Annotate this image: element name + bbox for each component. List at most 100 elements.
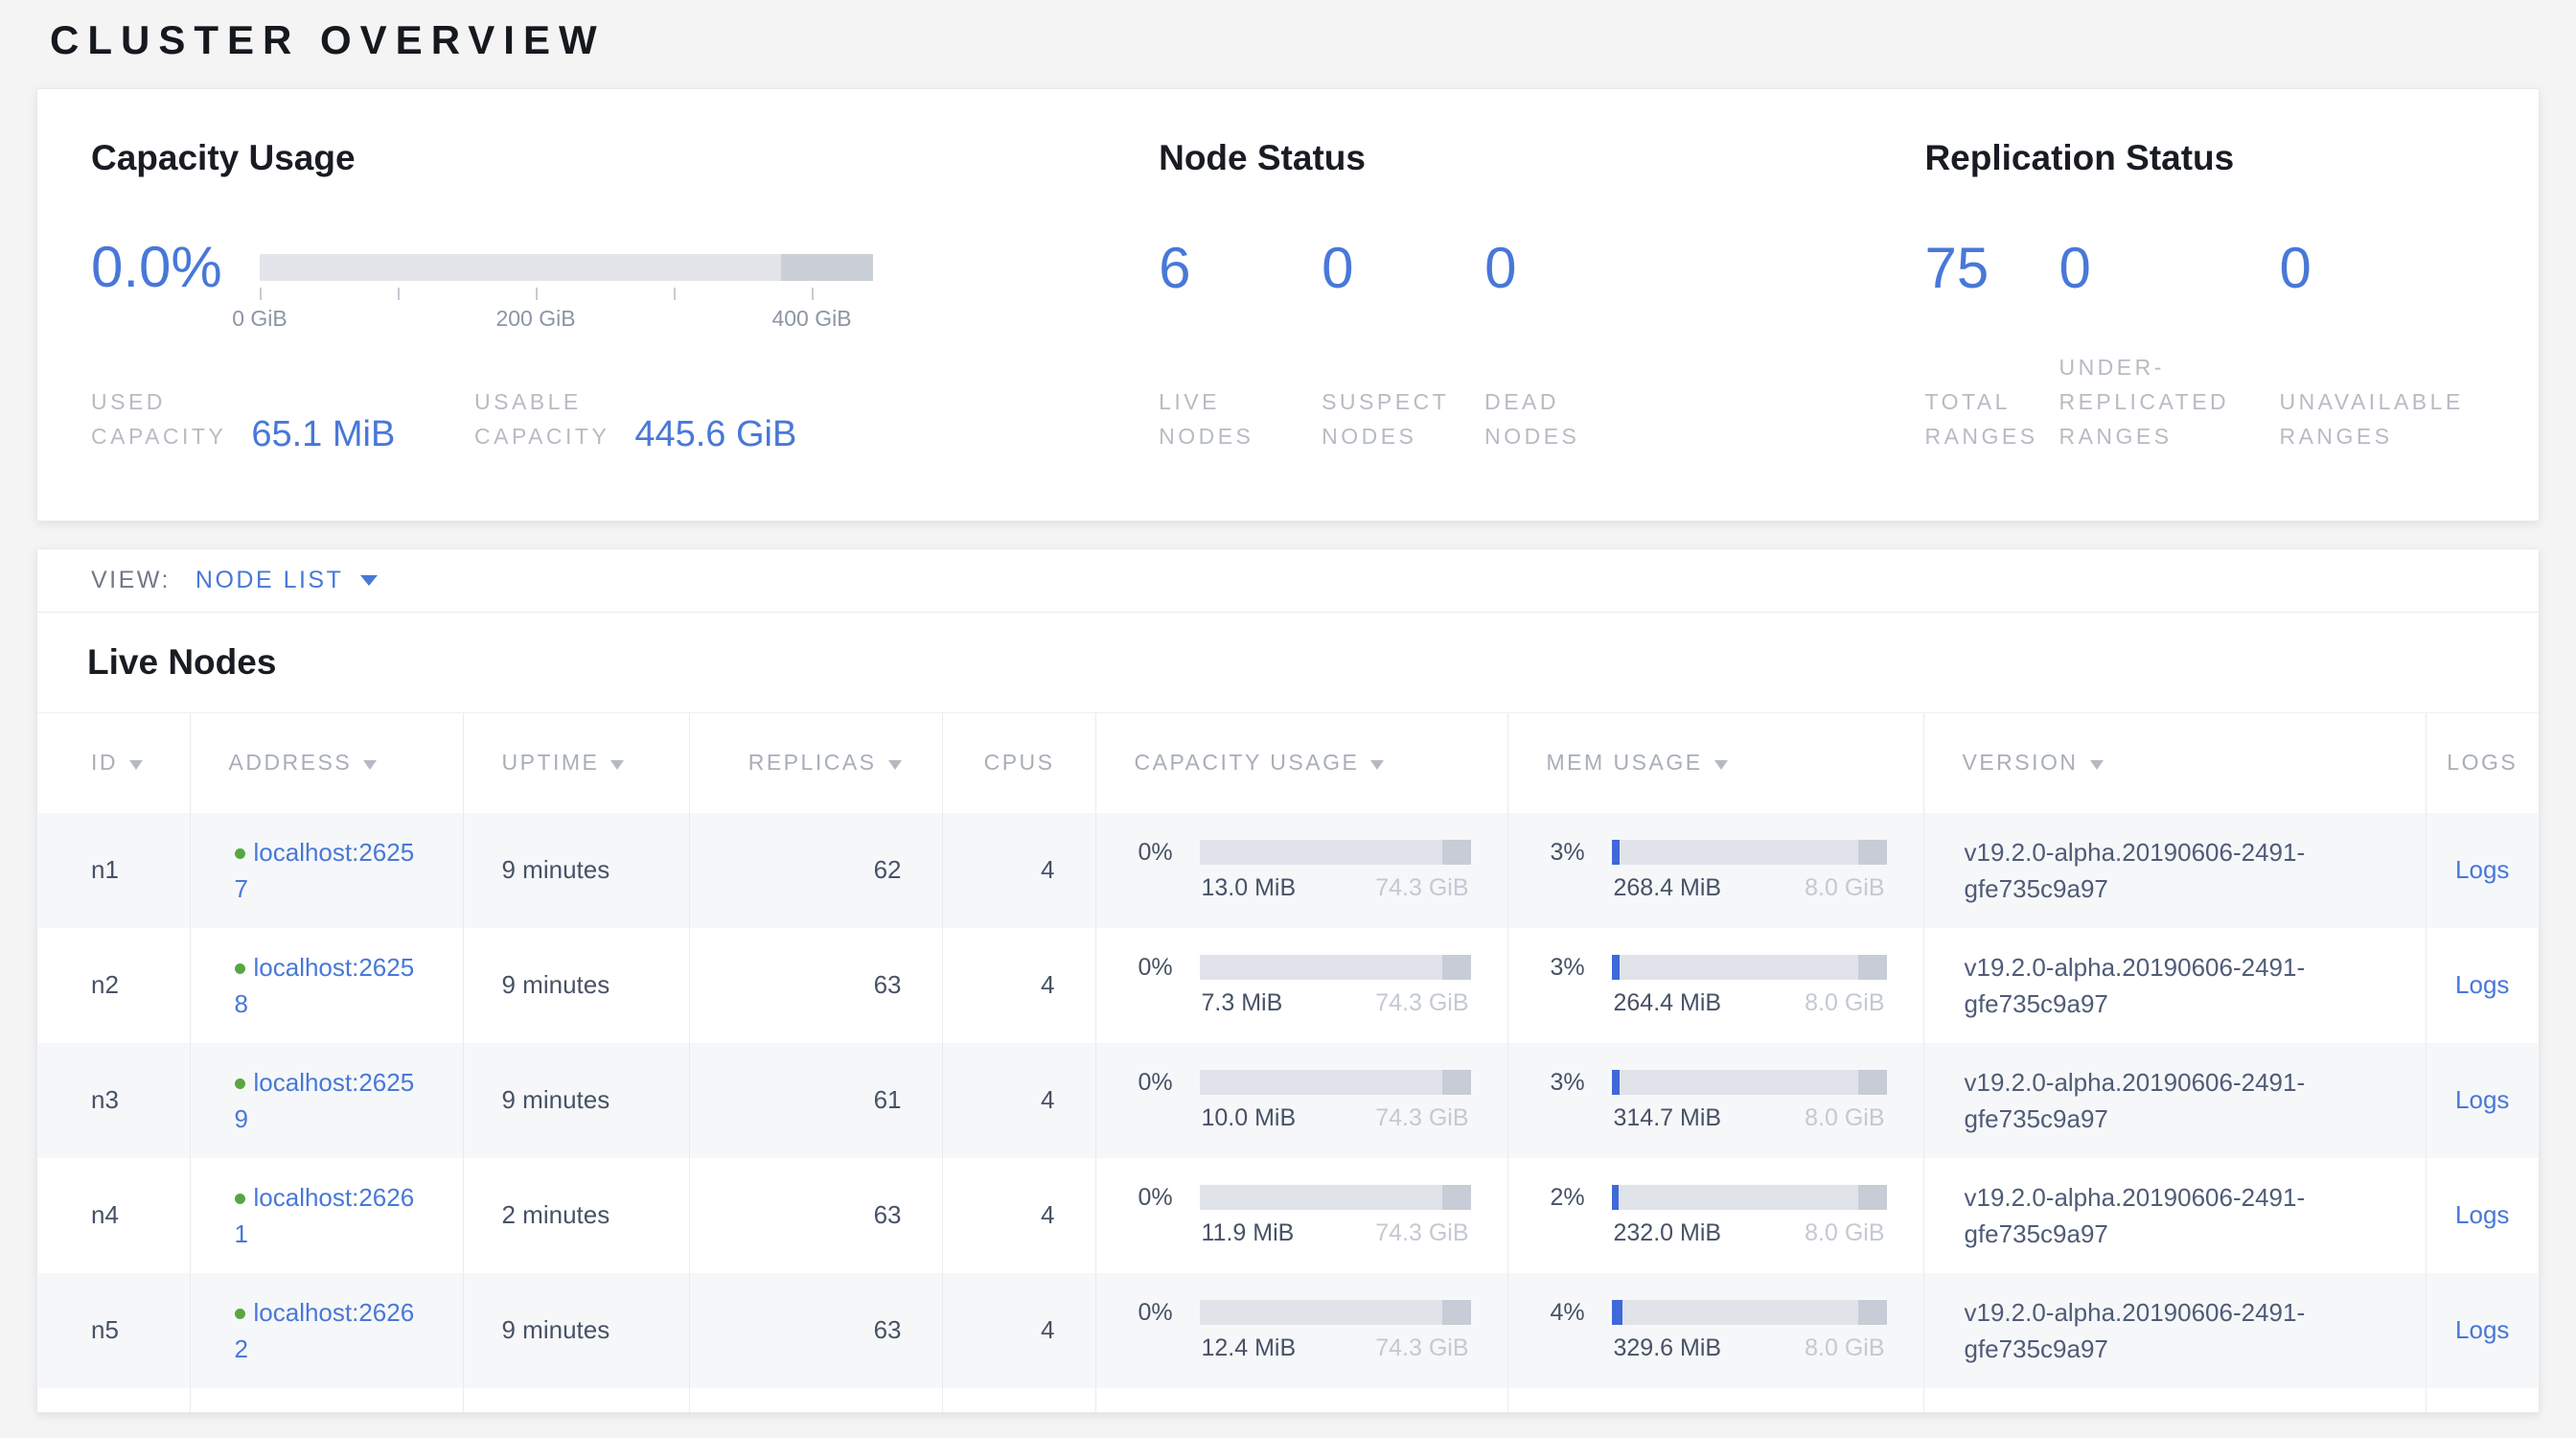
column-header-label: ADDRESS	[229, 750, 353, 775]
capacity-meter: 0%	[1138, 1299, 1471, 1327]
replication-status-section: Replication Status 75TOTALRANGES0UNDER-R…	[1924, 137, 2485, 453]
stat-value: 0	[1484, 239, 1647, 298]
cpus-cell: 4	[942, 813, 1095, 928]
logs-cell: Logs	[2426, 928, 2539, 1043]
meter-fraction: 268.4 MiB8.0 GiB	[1612, 874, 1887, 902]
logs-link[interactable]: Logs	[2455, 1200, 2509, 1229]
logs-cell: Logs	[2426, 1158, 2539, 1273]
node-status-stats: 6LIVENODES0SUSPECTNODES0DEADNODES	[1159, 239, 1924, 453]
node-id-cell: n1	[37, 813, 190, 928]
table-row: n5localhost:262629 minutes6340%12.4 MiB7…	[37, 1273, 2539, 1388]
logs-link[interactable]: Logs	[2455, 855, 2509, 884]
column-header-address[interactable]: ADDRESS	[190, 713, 463, 813]
meter-fraction: 232.0 MiB 8.0 GiB	[1612, 1219, 1887, 1247]
meter-total-value: 74.3 GiB	[1375, 1334, 1468, 1362]
meter-total-value: 8.0 GiB	[1805, 874, 1884, 902]
uptime-cell: 9 minutes	[463, 1043, 689, 1158]
capacity-usage-title: Capacity Usage	[91, 137, 1159, 179]
logs-link[interactable]: Logs	[2455, 1315, 2509, 1344]
mem-meter: 4%	[1551, 1299, 1887, 1327]
node-id-cell: n2	[37, 928, 190, 1043]
meter-used-value: 10.0 MiB	[1202, 1104, 1297, 1132]
empty-cell	[689, 1388, 942, 1414]
capacity-gauge-bar	[260, 254, 873, 281]
meter-used-value: 12.4 MiB	[1202, 1334, 1297, 1362]
address-wrap: localhost:26261	[191, 1179, 421, 1252]
logs-cell: Logs	[2426, 1273, 2539, 1388]
meter-fill	[1612, 840, 1621, 865]
stat-label: LIVENODES	[1159, 384, 1322, 453]
logs-link[interactable]: Logs	[2455, 970, 2509, 999]
address-link[interactable]: localhost:26262	[235, 1298, 415, 1363]
mem-usage-cell: 4%329.6 MiB8.0 GiB	[1507, 1273, 1923, 1388]
meter-endcap	[1858, 840, 1887, 865]
stat-under-replicated-ranges: 0 UNDER-REPLICATEDRANGES	[2058, 239, 2279, 453]
cpus-cell: 4	[942, 1158, 1095, 1273]
meter-fraction: 7.3 MiB74.3 GiB	[1200, 989, 1471, 1017]
capacity-meter: 0%	[1138, 954, 1471, 982]
table-row: n3localhost:262599 minutes6140%10.0 MiB7…	[37, 1043, 2539, 1158]
meter-total-value: 8.0 GiB	[1805, 1219, 1884, 1247]
meter-endcap	[1442, 955, 1471, 980]
address-link[interactable]: localhost:26259	[235, 1068, 415, 1133]
view-bar: VIEW: NODE LIST	[37, 549, 2539, 613]
sort-caret-icon	[610, 760, 624, 770]
meter-used-value: 7.3 MiB	[1202, 989, 1283, 1017]
column-header-replicas[interactable]: REPLICAS	[689, 713, 942, 813]
capacity-meter: 0%	[1138, 1069, 1471, 1097]
stat-live-nodes: 6LIVENODES	[1159, 239, 1322, 453]
column-header-version[interactable]: VERSION	[1923, 713, 2426, 813]
column-header-capacity-usage[interactable]: CAPACITY USAGE	[1095, 713, 1507, 813]
table-row-partial	[37, 1388, 2539, 1414]
view-selector-dropdown[interactable]: NODE LIST	[196, 567, 378, 594]
address-link[interactable]: localhost:26257	[235, 838, 415, 903]
empty-cell	[942, 1388, 1095, 1414]
version-cell: v19.2.0-alpha.20190606-2491-gfe735c9a97	[1923, 1043, 2426, 1158]
stat-value: 0	[2279, 239, 2485, 298]
meter-bar	[1200, 1185, 1471, 1210]
column-header-label: ID	[91, 750, 118, 775]
stat-label: SUSPECTNODES	[1322, 384, 1484, 453]
meter-total-value: 8.0 GiB	[1805, 1104, 1884, 1132]
stat-label: UNDER-REPLICATEDRANGES	[2058, 350, 2279, 453]
cpus-cell: 4	[942, 1273, 1095, 1388]
meter-used-value: 232.0 MiB	[1614, 1219, 1722, 1247]
meter-bar	[1200, 955, 1471, 980]
replicas-cell: 63	[689, 1158, 942, 1273]
meter-percent: 0%	[1138, 1069, 1200, 1097]
column-header-uptime[interactable]: UPTIME	[463, 713, 689, 813]
capacity-meter: 0%	[1138, 839, 1471, 867]
meter-endcap	[1858, 1300, 1887, 1325]
address-wrap: localhost:26258	[191, 949, 421, 1022]
capacity-usage-cell: 0% 7.3 MiB74.3 GiB	[1095, 928, 1507, 1043]
meter-used-value: 11.9 MiB	[1202, 1219, 1295, 1247]
column-header-mem-usage[interactable]: MEM USAGE	[1507, 713, 1923, 813]
replication-status-title: Replication Status	[1924, 137, 2485, 179]
stat-label: USABLECAPACITY	[474, 384, 610, 453]
address-wrap: localhost:26259	[191, 1064, 421, 1137]
live-nodes-card: VIEW: NODE LIST Live Nodes IDADDRESSUPTI…	[36, 548, 2540, 1413]
meter-fill	[1612, 1185, 1619, 1210]
capacity-gauge-ticks: 0 GiB200 GiB400 GiB	[260, 281, 873, 342]
meter-fill	[1612, 955, 1621, 980]
column-header-id[interactable]: ID	[37, 713, 190, 813]
logs-link[interactable]: Logs	[2455, 1085, 2509, 1114]
chevron-down-icon	[360, 575, 378, 586]
stat-value: 0	[2058, 239, 2279, 298]
healthy-status-dot-icon	[235, 1309, 245, 1319]
table-row: n1localhost:262579 minutes6240%13.0 MiB7…	[37, 813, 2539, 928]
meter-fraction: 314.7 MiB8.0 GiB	[1612, 1104, 1887, 1132]
address-link[interactable]: localhost:26261	[235, 1183, 415, 1248]
capacity-usage-section: Capacity Usage 0.0% 0 GiB200 GiB400 GiB …	[91, 137, 1159, 453]
column-header-label: MEM USAGE	[1547, 750, 1703, 775]
meter-endcap	[1442, 840, 1471, 865]
replicas-cell: 62	[689, 813, 942, 928]
uptime-cell: 9 minutes	[463, 928, 689, 1043]
healthy-status-dot-icon	[235, 1194, 245, 1204]
mem-meter: 3%	[1551, 1069, 1887, 1097]
replicas-cell: 61	[689, 1043, 942, 1158]
address-link[interactable]: localhost:26258	[235, 953, 415, 1018]
meter-percent: 4%	[1551, 1299, 1612, 1327]
empty-cell	[190, 1388, 463, 1414]
stat-total-ranges: 75TOTALRANGES	[1924, 239, 2058, 453]
